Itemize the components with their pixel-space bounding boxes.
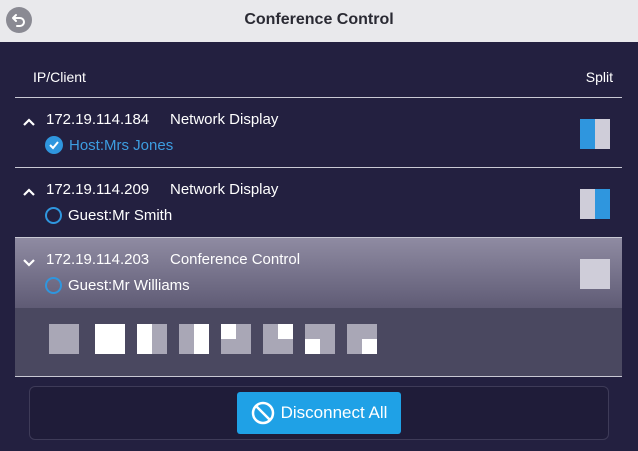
block-icon xyxy=(251,401,274,425)
client-type: Network Display xyxy=(170,181,279,198)
page-title: Conference Control xyxy=(244,11,394,28)
split-left-pane xyxy=(580,189,595,219)
divider xyxy=(15,376,622,377)
disconnect-all-button[interactable]: Disconnect All xyxy=(237,392,401,434)
client-row[interactable]: 172.19.114.209 Network Display Guest:Mr … xyxy=(15,168,622,238)
client-row[interactable]: 172.19.114.184 Network Display Host:Mrs … xyxy=(15,98,622,168)
client-ip: 172.19.114.203 xyxy=(46,251,150,268)
client-user-label: Guest:Mr Williams xyxy=(68,276,190,294)
client-type: Conference Control xyxy=(170,251,301,268)
layout-full-grey-option[interactable] xyxy=(49,324,79,354)
client-user[interactable]: Guest:Mr Smith xyxy=(45,205,172,225)
client-ip: 172.19.114.209 xyxy=(46,181,150,198)
split-right-pane xyxy=(595,119,610,149)
client-user-label: Host:Mrs Jones xyxy=(69,136,174,154)
split-toggle[interactable] xyxy=(580,119,610,149)
split-right-pane xyxy=(595,189,610,219)
client-ip: 172.19.114.184 xyxy=(46,111,150,128)
layout-options-tray xyxy=(15,308,622,376)
split-toggle[interactable] xyxy=(580,189,610,219)
radio-icon xyxy=(45,206,62,224)
layout-right-white-option[interactable] xyxy=(179,324,209,354)
column-header-client: IP/Client xyxy=(33,69,86,85)
radio-icon xyxy=(45,276,62,294)
layout-top-left-white-option[interactable] xyxy=(221,324,251,354)
client-row[interactable]: 172.19.114.203 Conference Control Guest:… xyxy=(15,238,622,308)
column-header-split: Split xyxy=(585,69,613,85)
split-full-pane xyxy=(580,259,610,289)
layout-bottom-right-white-option[interactable] xyxy=(347,324,377,354)
chevron-up-icon[interactable] xyxy=(22,187,36,197)
layout-bottom-left-white-option[interactable] xyxy=(305,324,335,354)
chevron-up-icon[interactable] xyxy=(22,117,36,127)
layout-top-right-white-option[interactable] xyxy=(263,324,293,354)
split-left-pane xyxy=(580,119,595,149)
client-user-label: Guest:Mr Smith xyxy=(68,206,173,224)
layout-left-white-option[interactable] xyxy=(137,324,167,354)
layout-full-white-option[interactable] xyxy=(95,324,125,354)
client-type: Network Display xyxy=(170,111,279,128)
client-user[interactable]: Host:Mrs Jones xyxy=(45,135,173,155)
disconnect-all-label: Disconnect All xyxy=(280,403,388,422)
split-toggle[interactable] xyxy=(580,259,610,289)
title-bar: Conference Control xyxy=(0,0,638,42)
checkmark-icon xyxy=(45,136,63,154)
chevron-down-icon[interactable] xyxy=(22,257,36,267)
client-user[interactable]: Guest:Mr Williams xyxy=(45,275,190,295)
